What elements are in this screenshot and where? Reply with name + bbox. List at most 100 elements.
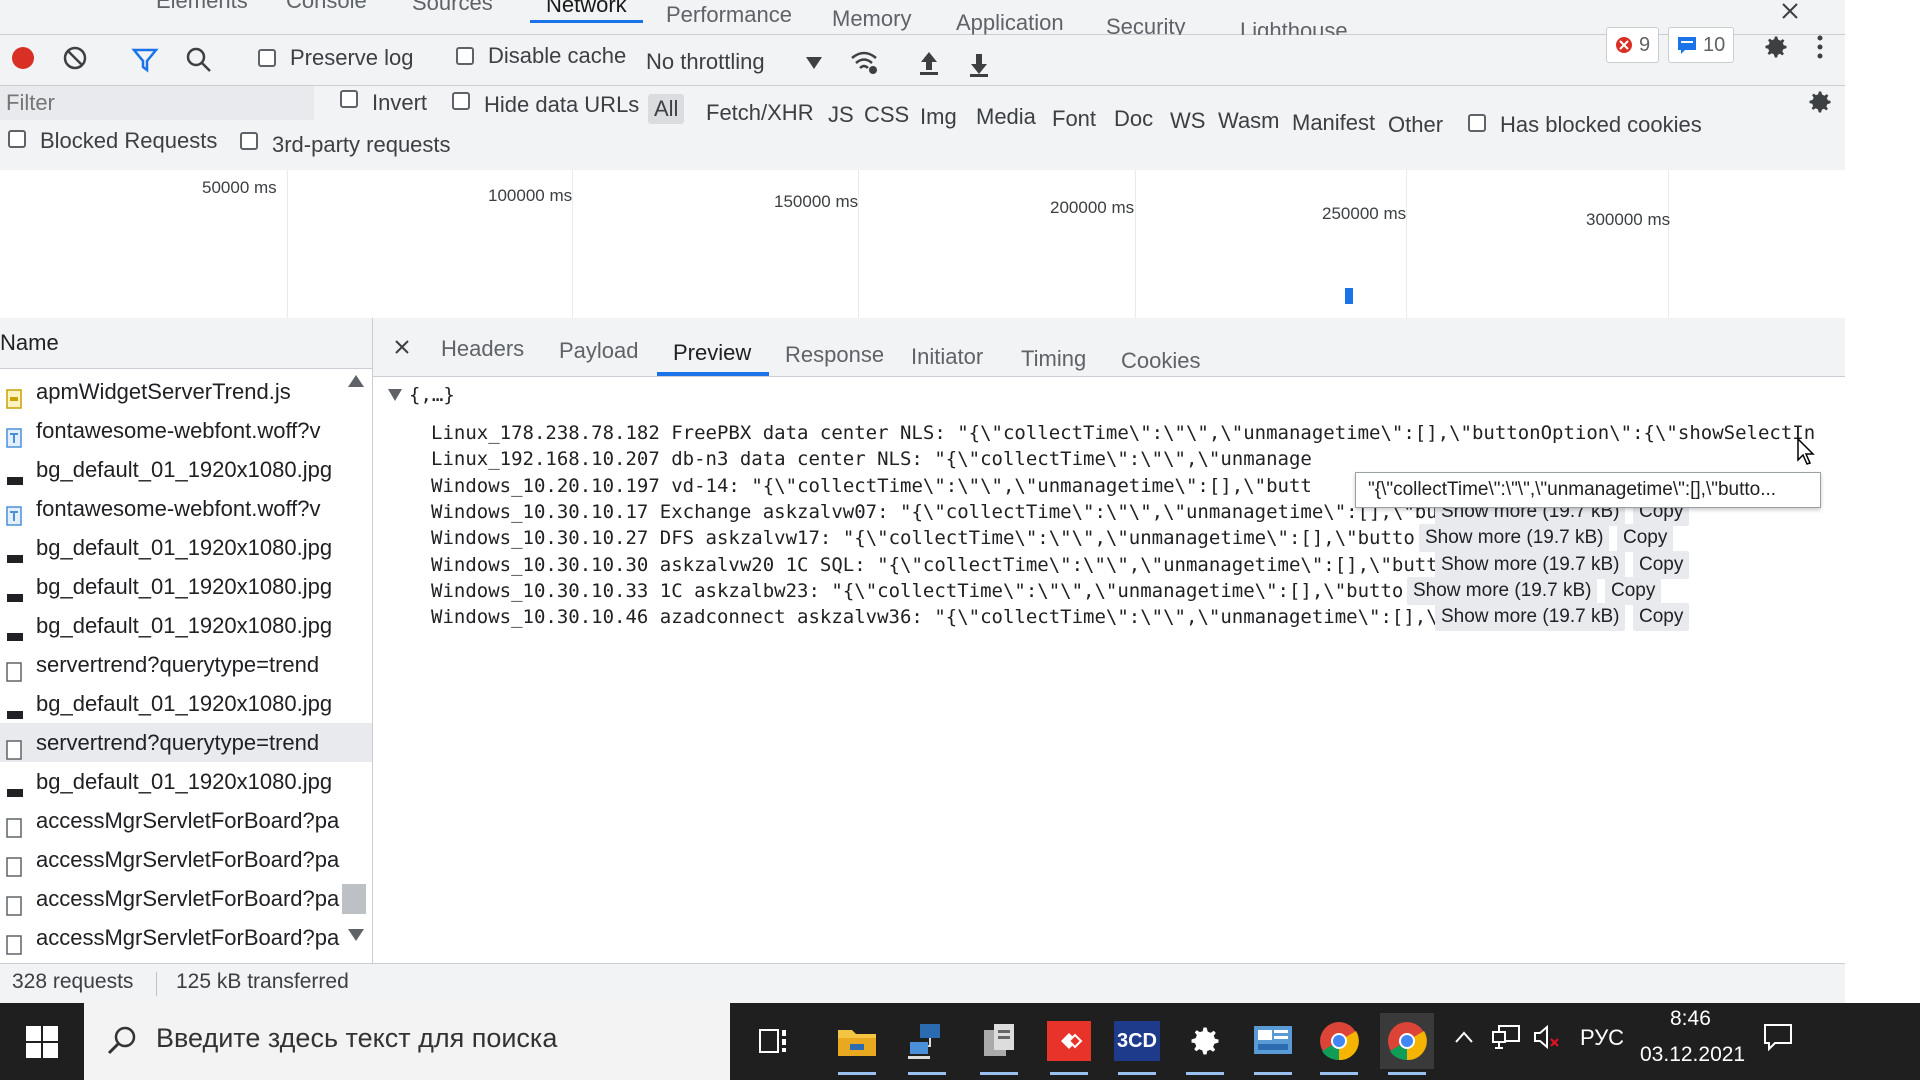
tab-network[interactable]: Network: [530, 0, 643, 23]
more-options-icon[interactable]: [1810, 31, 1830, 63]
type-filter-media[interactable]: Media: [970, 102, 1042, 132]
taskbar-search-box[interactable]: Введите здесь текст для поиска: [84, 1003, 730, 1080]
show-more-button[interactable]: Show more (19.7 kB): [1435, 603, 1626, 631]
chrome-icon[interactable]: [1380, 1013, 1434, 1075]
tab-memory[interactable]: Memory: [826, 4, 917, 34]
request-row[interactable]: servertrend?querytype=trend: [0, 723, 372, 762]
show-hidden-icons-chevron-icon[interactable]: [1452, 1025, 1476, 1049]
chrome-icon[interactable]: [1312, 1013, 1366, 1075]
request-row[interactable]: bg_default_01_1920x1080.jpg: [0, 606, 372, 645]
type-filter-js[interactable]: JS: [822, 100, 860, 130]
request-row[interactable]: bg_default_01_1920x1080.jpg: [0, 450, 372, 489]
3cd-app-icon[interactable]: 3CD: [1110, 1013, 1164, 1075]
volume-muted-icon[interactable]: [1532, 1023, 1562, 1051]
clock-time[interactable]: 8:46: [1670, 1007, 1711, 1031]
export-har-icon[interactable]: [966, 51, 992, 79]
network-overview-timeline[interactable]: 50000 ms 100000 ms 150000 ms 200000 ms 2…: [0, 170, 1845, 319]
type-filter-fetch-xhr[interactable]: Fetch/XHR: [700, 98, 820, 128]
network-settings-gear-icon[interactable]: [1804, 86, 1836, 118]
scroll-up-icon[interactable]: [348, 374, 368, 390]
hide-data-urls-checkbox[interactable]: [452, 92, 470, 110]
close-detail-icon[interactable]: [391, 336, 413, 358]
copy-button[interactable]: Copy: [1633, 603, 1690, 631]
type-filter-wasm[interactable]: Wasm: [1212, 106, 1286, 136]
language-indicator[interactable]: РУС: [1580, 1025, 1624, 1051]
import-har-icon[interactable]: [916, 49, 942, 77]
copy-button[interactable]: Copy: [1617, 524, 1674, 552]
tab-response[interactable]: Response: [785, 342, 884, 368]
preview-root-object[interactable]: {,…}: [409, 384, 455, 406]
preview-property-line[interactable]: Windows_10.30.10.17 Exchange askzalvw07:…: [431, 501, 1472, 523]
request-row[interactable]: accessMgrServletForBoard?pa: [0, 879, 372, 918]
preview-property-line[interactable]: Windows_10.30.10.33 1C askzalbw23: "{\"c…: [431, 580, 1403, 602]
throttling-select[interactable]: No throttling: [646, 49, 765, 75]
type-filter-manifest[interactable]: Manifest: [1286, 108, 1381, 138]
tab-initiator[interactable]: Initiator: [911, 344, 983, 370]
invert-checkbox[interactable]: [340, 90, 358, 108]
blocked-requests-checkbox[interactable]: [8, 130, 26, 148]
name-column-header[interactable]: Name: [0, 318, 372, 369]
type-filter-other[interactable]: Other: [1382, 110, 1449, 140]
scrollbar-thumb[interactable]: [342, 884, 366, 914]
gear-icon[interactable]: [1760, 31, 1792, 63]
request-row[interactable]: accessMgrServletForBoard?pa: [0, 801, 372, 840]
search-icon[interactable]: [184, 45, 214, 75]
preview-property-line[interactable]: Linux_192.168.10.207 db-n3 data center N…: [431, 448, 1312, 470]
request-row[interactable]: accessMgrServletForBoard?pa: [0, 918, 372, 957]
tab-headers[interactable]: Headers: [441, 336, 524, 362]
has-blocked-cookies-checkbox[interactable]: [1468, 114, 1486, 132]
type-filter-img[interactable]: Img: [914, 102, 963, 132]
network-app-icon[interactable]: [900, 1013, 954, 1075]
request-row[interactable]: servertrend?querytype=trend: [0, 645, 372, 684]
type-filter-ws[interactable]: WS: [1164, 106, 1211, 136]
messages-badge[interactable]: 10: [1668, 27, 1735, 63]
close-icon[interactable]: [1775, 0, 1805, 26]
show-more-button[interactable]: Show more (19.7 kB): [1419, 524, 1610, 552]
type-filter-font[interactable]: Font: [1046, 104, 1102, 134]
disable-cache-checkbox[interactable]: [456, 47, 474, 65]
request-row[interactable]: bg_default_01_1920x1080.jpg: [0, 684, 372, 723]
tab-sources[interactable]: Sources: [406, 0, 499, 18]
preserve-log-checkbox[interactable]: [258, 49, 276, 67]
tab-performance[interactable]: Performance: [660, 0, 798, 30]
server-app-icon[interactable]: [972, 1013, 1026, 1075]
request-row[interactable]: bg_default_01_1920x1080.jpg: [0, 762, 372, 801]
preview-property-line[interactable]: Windows_10.30.10.30 askzalvw20 1C SQL: "…: [431, 554, 1449, 576]
record-icon[interactable]: [10, 45, 36, 71]
show-more-button[interactable]: Show more (19.7 kB): [1435, 551, 1626, 579]
control-panel-icon[interactable]: [1246, 1013, 1300, 1075]
request-row[interactable]: fontawesome-webfont.woff?v: [0, 411, 372, 450]
clock-date[interactable]: 03.12.2021: [1640, 1043, 1745, 1067]
request-row[interactable]: accessMgrServletForBoard?pa: [0, 840, 372, 879]
clear-icon[interactable]: [62, 45, 88, 71]
file-explorer-icon[interactable]: [830, 1013, 884, 1075]
settings-icon[interactable]: [1178, 1013, 1232, 1075]
request-row[interactable]: bg_default_01_1920x1080.jpg: [0, 567, 372, 606]
chevron-down-icon[interactable]: [804, 53, 824, 73]
tab-preview[interactable]: Preview: [673, 340, 751, 366]
expand-triangle-icon[interactable]: [387, 388, 403, 402]
preview-property-line[interactable]: Windows_10.20.10.197 vd-14: "{\"collectT…: [431, 475, 1312, 497]
copy-button[interactable]: Copy: [1605, 577, 1662, 605]
scroll-down-icon[interactable]: [348, 928, 368, 944]
tab-application[interactable]: Application: [950, 8, 1070, 38]
preview-property-line[interactable]: Windows_10.30.10.46 azadconnect askzalvw…: [431, 606, 1506, 628]
task-view-icon[interactable]: [748, 1013, 802, 1069]
tab-elements[interactable]: Elements: [150, 0, 254, 16]
request-row[interactable]: bg_default_01_1920x1080.jpg: [0, 528, 372, 567]
tab-timing[interactable]: Timing: [1021, 346, 1086, 372]
show-more-button[interactable]: Show more (19.7 kB): [1407, 577, 1598, 605]
tab-payload[interactable]: Payload: [559, 338, 639, 364]
network-tray-icon[interactable]: [1490, 1023, 1522, 1051]
type-filter-all[interactable]: All: [648, 94, 685, 124]
errors-badge[interactable]: 9: [1606, 27, 1660, 63]
type-filter-doc[interactable]: Doc: [1108, 104, 1159, 134]
preview-property-line[interactable]: Windows_10.30.10.27 DFS askzalvw17: "{\"…: [431, 527, 1415, 549]
third-party-checkbox[interactable]: [240, 132, 258, 150]
tab-cookies[interactable]: Cookies: [1121, 348, 1200, 374]
filter-icon[interactable]: [130, 45, 160, 75]
type-filter-css[interactable]: CSS: [858, 100, 915, 130]
network-conditions-icon[interactable]: [848, 49, 880, 77]
anydesk-icon[interactable]: [1042, 1013, 1096, 1075]
start-button[interactable]: [0, 1003, 84, 1080]
